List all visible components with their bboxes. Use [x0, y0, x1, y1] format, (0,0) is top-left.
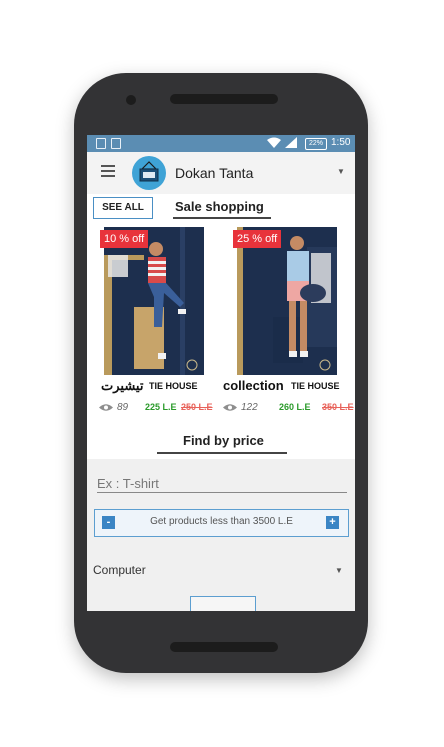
- eye-icon: [99, 404, 113, 411]
- increase-price-button[interactable]: +: [326, 516, 339, 529]
- store-logo-icon: [132, 156, 166, 190]
- product-old-price-1: 250 L.E: [181, 402, 213, 412]
- eye-icon: [223, 404, 237, 411]
- discount-badge-1: 10 % off: [100, 230, 149, 248]
- search-panel: - Get products less than 3500 L.E + Comp…: [87, 459, 355, 611]
- product-brand-1: TIE HOUSE: [149, 381, 198, 391]
- phone-frame: 22% 1:50 Dokan Tanta ▼ SEE ALL Sale shop…: [74, 73, 368, 673]
- app-screen: 22% 1:50 Dokan Tanta ▼ SEE ALL Sale shop…: [87, 135, 355, 611]
- speaker-bottom: [170, 642, 278, 652]
- category-select[interactable]: Computer: [93, 563, 146, 577]
- sale-title-underline: [173, 217, 271, 219]
- price-stepper: - Get products less than 3500 L.E +: [94, 509, 349, 537]
- search-input[interactable]: [97, 474, 347, 493]
- search-submit-button[interactable]: [190, 596, 256, 611]
- image-icon: [111, 138, 121, 149]
- speaker-top: [170, 94, 278, 104]
- find-title-underline: [157, 452, 287, 454]
- product-image-2[interactable]: [237, 227, 337, 375]
- app-bar: Dokan Tanta ▼: [87, 152, 355, 194]
- status-time: 1:50: [331, 137, 351, 148]
- product-price-1: 225 L.E: [145, 402, 177, 412]
- view-count-2: 122: [241, 402, 258, 413]
- view-count-1: 89: [117, 402, 129, 413]
- sale-section-title: Sale shopping: [175, 199, 264, 214]
- price-stepper-label: Get products less than 3500 L.E: [150, 516, 293, 527]
- product-old-price-2: 350 L.E: [322, 402, 354, 412]
- app-dropdown-icon[interactable]: ▼: [337, 167, 345, 176]
- see-all-button[interactable]: SEE ALL: [93, 197, 153, 219]
- battery-indicator: 22%: [305, 138, 327, 150]
- find-by-price-title: Find by price: [183, 433, 264, 448]
- product-brand-2: TIE HOUSE: [291, 381, 340, 391]
- discount-badge-2: 25 % off: [233, 230, 282, 248]
- app-title: Dokan Tanta: [175, 165, 254, 181]
- chevron-down-icon[interactable]: ▼: [335, 566, 343, 575]
- signal-icon: [285, 137, 297, 148]
- status-bar: 22% 1:50: [87, 135, 355, 152]
- product-image-1[interactable]: [104, 227, 204, 375]
- product-name-2[interactable]: collection: [223, 378, 284, 393]
- camera-icon: [126, 95, 136, 105]
- notification-icon: [96, 138, 106, 149]
- product-name-1[interactable]: تيشيرت: [101, 378, 143, 394]
- hamburger-menu-icon[interactable]: [101, 165, 115, 177]
- product-price-2: 260 L.E: [279, 402, 311, 412]
- wifi-icon: [267, 137, 281, 148]
